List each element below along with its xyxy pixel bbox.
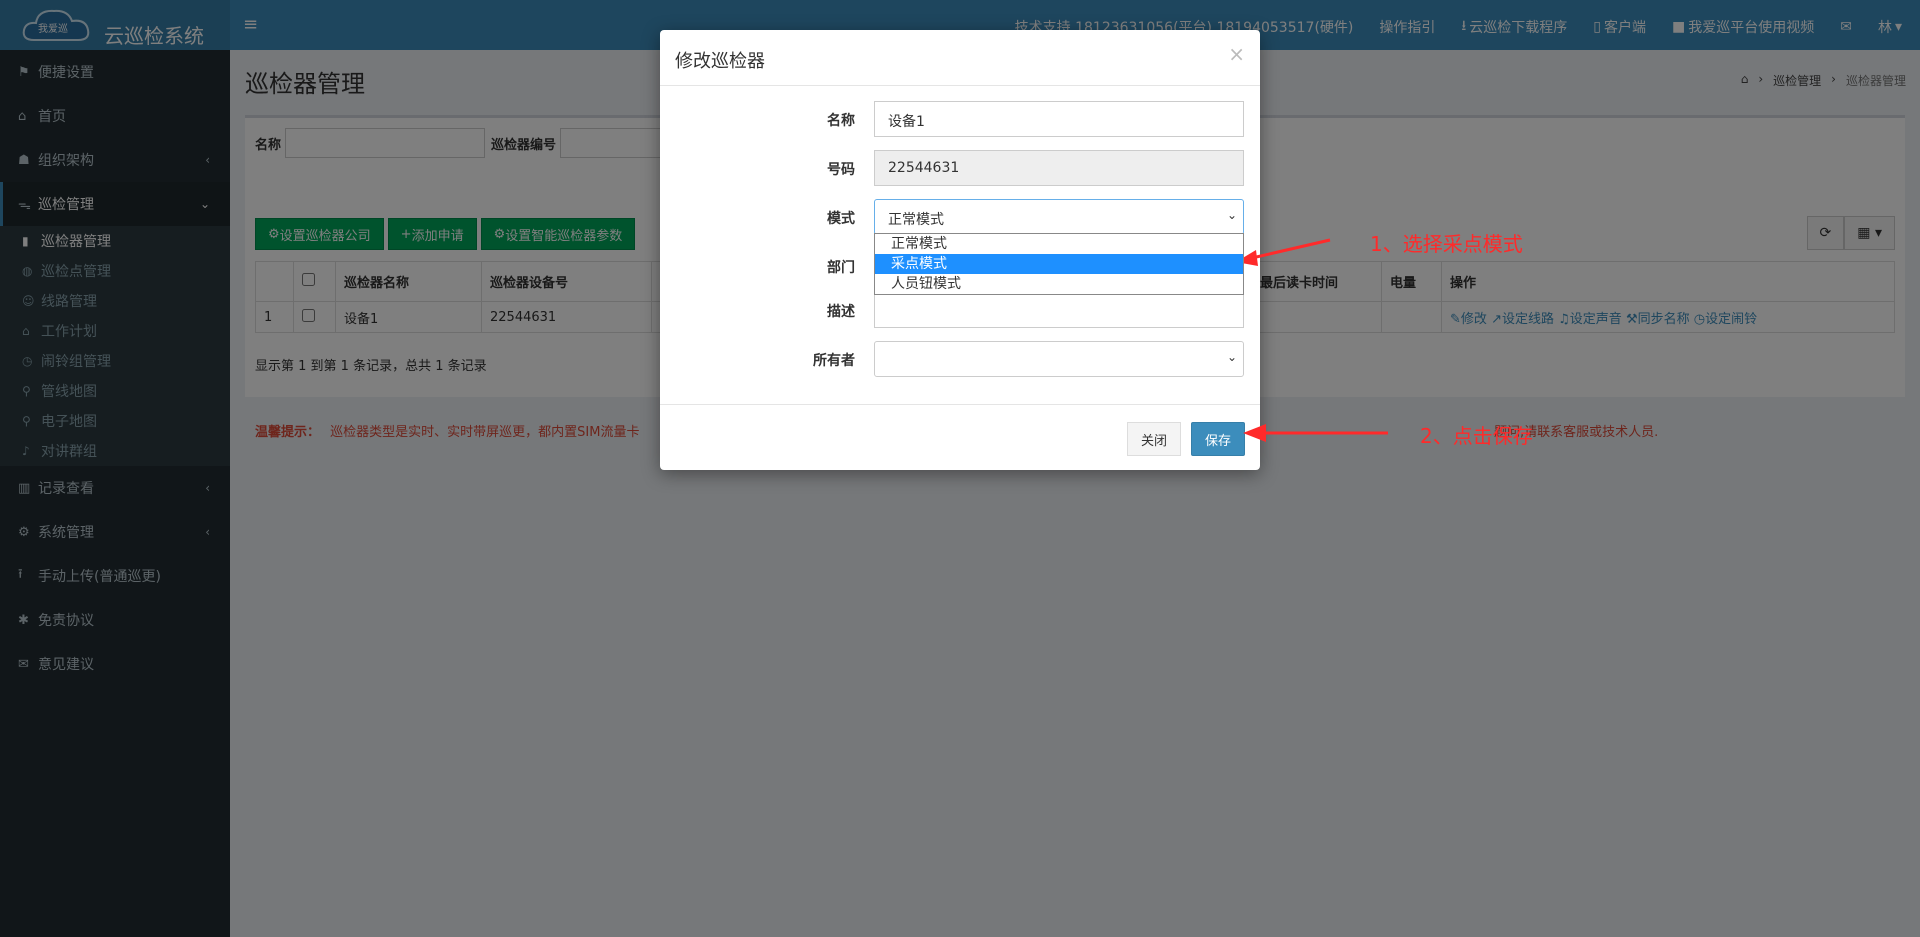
annotation-arrows <box>1236 238 1388 442</box>
mode-option[interactable]: 人员钮模式 <box>875 274 1243 294</box>
arrow-2-head <box>1243 424 1266 442</box>
mode-option-highlighted[interactable]: 采点模式 <box>875 254 1243 274</box>
annotation-step-1: 1、选择采点模式 <box>1370 232 1523 256</box>
mode-dropdown-list: 正常模式 采点模式 人员钮模式 <box>874 233 1244 295</box>
arrow-1-line <box>1251 238 1331 260</box>
annotation-step-2: 2、点击保存 <box>1420 424 1533 448</box>
mode-option[interactable]: 正常模式 <box>875 234 1243 254</box>
